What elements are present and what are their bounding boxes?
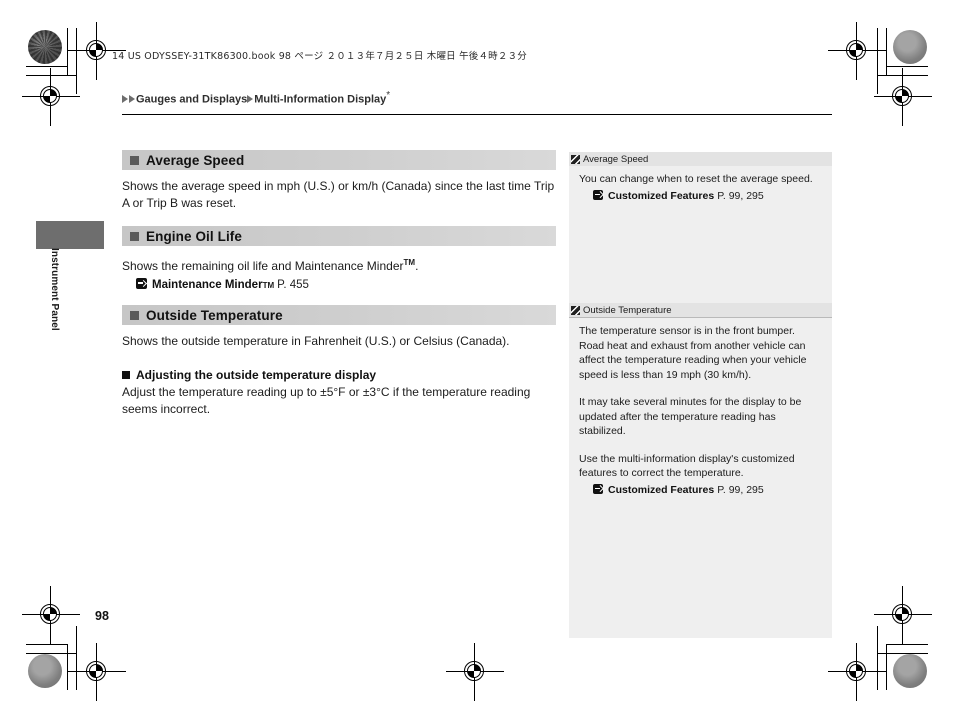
section-average-speed: Average Speed Shows the average speed in… bbox=[122, 150, 556, 212]
side-note-paragraph: It may take several minutes for the disp… bbox=[579, 396, 802, 437]
section-body-tail: . bbox=[415, 259, 419, 273]
side-note-filler bbox=[569, 211, 832, 287]
section-heading: Average Speed bbox=[122, 150, 556, 170]
subsection-body: Adjust the temperature reading up to ±5°… bbox=[122, 385, 531, 416]
cross-reference-customized-features[interactable]: Customized Features P. 99, 295 bbox=[579, 483, 822, 498]
side-note-header: Average Speed bbox=[569, 152, 832, 166]
cross-reference-maintenance-minder[interactable]: Maintenance Minder TM P. 455 bbox=[122, 277, 556, 291]
side-panel-gap bbox=[569, 287, 832, 303]
trademark-mark: TM bbox=[403, 258, 416, 267]
chapter-tab-label: Instrument Panel bbox=[49, 248, 60, 331]
section-heading: Engine Oil Life bbox=[122, 226, 556, 246]
document-header-line: 14 US ODYSSEY-31TK86300.book 98 ページ ２０１３… bbox=[112, 51, 527, 62]
side-note-paragraph: The temperature sensor is in the front b… bbox=[579, 325, 807, 381]
section-heading-label: Outside Temperature bbox=[146, 307, 283, 323]
subsection-heading: Adjusting the outside temperature displa… bbox=[122, 368, 556, 382]
reference-page: P. 99, 295 bbox=[717, 483, 764, 496]
bullet-square-icon bbox=[122, 371, 130, 379]
side-note-header: Outside Temperature bbox=[569, 303, 832, 317]
subsection-heading-label: Adjusting the outside temperature displa… bbox=[136, 368, 377, 382]
section-heading-label: Average Speed bbox=[146, 152, 245, 168]
breadcrumb-asterisk: * bbox=[386, 90, 391, 101]
section-body: Shows the outside temperature in Fahrenh… bbox=[122, 334, 510, 348]
breadcrumb: Gauges and Displays Multi-Information Dis… bbox=[122, 90, 390, 106]
side-note-body: You can change when to reset the average… bbox=[569, 166, 832, 211]
side-note-average-speed: Average Speed You can change when to res… bbox=[569, 152, 832, 287]
side-note-title: Outside Temperature bbox=[583, 304, 672, 316]
reference-arrow-icon bbox=[136, 278, 147, 289]
cross-reference-customized-features[interactable]: Customized Features P. 99, 295 bbox=[579, 189, 822, 204]
section-engine-oil-life: Engine Oil Life Shows the remaining oil … bbox=[122, 226, 556, 291]
section-outside-temperature: Outside Temperature Shows the outside te… bbox=[122, 305, 556, 418]
chevron-right-icon bbox=[247, 94, 254, 103]
side-note-paragraph: You can change when to reset the average… bbox=[579, 173, 813, 185]
breadcrumb-child[interactable]: Multi-Information Display bbox=[254, 94, 386, 106]
reference-title: Customized Features bbox=[608, 483, 715, 496]
section-body: Shows the remaining oil life and Mainten… bbox=[122, 254, 556, 275]
note-marker-icon bbox=[571, 154, 580, 164]
side-note-filler bbox=[569, 505, 832, 638]
reference-arrow-icon bbox=[593, 483, 603, 494]
page-number: 98 bbox=[95, 609, 109, 623]
chevron-right-icon bbox=[129, 94, 135, 103]
reference-arrow-icon bbox=[593, 189, 603, 200]
header-divider bbox=[122, 114, 832, 115]
side-note-title: Average Speed bbox=[583, 153, 649, 165]
reference-title: Maintenance Minder bbox=[152, 279, 263, 291]
side-note-body: The temperature sensor is in the front b… bbox=[569, 318, 832, 505]
bullet-square-icon bbox=[130, 231, 139, 241]
bullet-square-icon bbox=[130, 155, 139, 165]
section-heading-label: Engine Oil Life bbox=[146, 228, 243, 244]
reference-page: P. 99, 295 bbox=[717, 189, 764, 202]
main-column: Average Speed Shows the average speed in… bbox=[122, 150, 556, 432]
bullet-square-icon bbox=[130, 310, 139, 320]
side-note-paragraph: Use the multi-information display's cust… bbox=[579, 452, 795, 480]
reference-title: Customized Features bbox=[608, 189, 715, 202]
section-heading: Outside Temperature bbox=[122, 305, 556, 325]
chapter-tab-block bbox=[36, 221, 104, 249]
page-content: 14 US ODYSSEY-31TK86300.book 98 ページ ２０１３… bbox=[0, 0, 954, 718]
side-note-outside-temperature: Outside Temperature The temperature sens… bbox=[569, 303, 832, 638]
breadcrumb-parent[interactable]: Gauges and Displays bbox=[136, 94, 247, 106]
section-body: Shows the average speed in mph (U.S.) or… bbox=[122, 179, 555, 210]
trademark-mark: TM bbox=[262, 281, 275, 290]
reference-page: P. 455 bbox=[277, 279, 309, 291]
side-notes-panel: Average Speed You can change when to res… bbox=[569, 152, 832, 638]
section-body-text: Shows the remaining oil life and Mainten… bbox=[122, 259, 404, 273]
note-marker-icon bbox=[571, 305, 580, 315]
chevron-right-icon bbox=[122, 94, 128, 103]
